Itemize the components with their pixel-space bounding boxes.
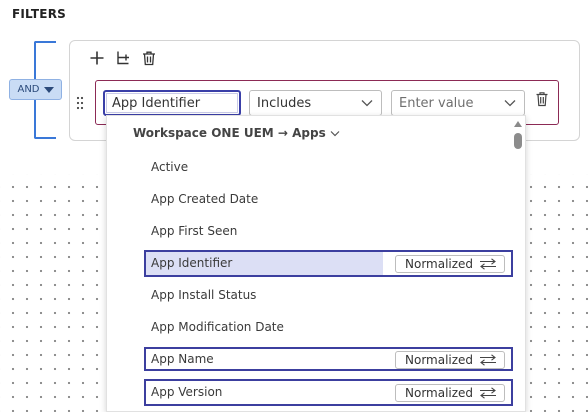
scrollbar-thumb[interactable] xyxy=(514,133,522,149)
attribute-input[interactable]: App Identifier xyxy=(103,90,241,116)
chevron-down-icon xyxy=(330,130,340,136)
operator-select[interactable]: Includes xyxy=(249,90,382,116)
dropdown-option[interactable]: Active xyxy=(151,160,188,174)
chevron-down-icon xyxy=(504,100,516,107)
caret-down-icon xyxy=(43,86,54,93)
nested-rule-icon[interactable] xyxy=(114,50,130,66)
dropdown-option[interactable]: App Install Status xyxy=(151,288,256,302)
plus-icon[interactable] xyxy=(89,50,105,66)
value-input-placeholder: Enter value xyxy=(399,95,474,111)
filters-heading: FILTERS xyxy=(12,7,66,21)
annotation-outline-app-identifier xyxy=(144,250,513,277)
dropdown-option[interactable]: App Created Date xyxy=(151,192,258,206)
scroll-up-arrow-icon[interactable] xyxy=(514,121,522,127)
attribute-group-label: Workspace ONE UEM → Apps xyxy=(133,126,326,140)
chevron-down-icon xyxy=(361,100,373,107)
logic-operator-dropdown[interactable]: AND xyxy=(9,79,62,100)
trash-icon[interactable] xyxy=(141,50,157,66)
value-input[interactable]: Enter value xyxy=(391,90,525,116)
logic-operator-label: AND xyxy=(17,84,40,95)
operator-select-value: Includes xyxy=(257,95,312,111)
attribute-input-value: App Identifier xyxy=(112,95,201,111)
dropdown-scrollbar[interactable] xyxy=(512,118,524,412)
annotation-outline-app-name xyxy=(144,347,513,371)
dropdown-option[interactable]: App Modification Date xyxy=(151,320,284,334)
trash-icon[interactable] xyxy=(535,91,549,107)
dropdown-option[interactable]: App First Seen xyxy=(151,224,237,238)
attribute-group-header[interactable]: Workspace ONE UEM → Apps xyxy=(133,126,340,140)
annotation-outline-app-version xyxy=(144,379,513,406)
drag-handle-icon[interactable] xyxy=(76,96,84,110)
